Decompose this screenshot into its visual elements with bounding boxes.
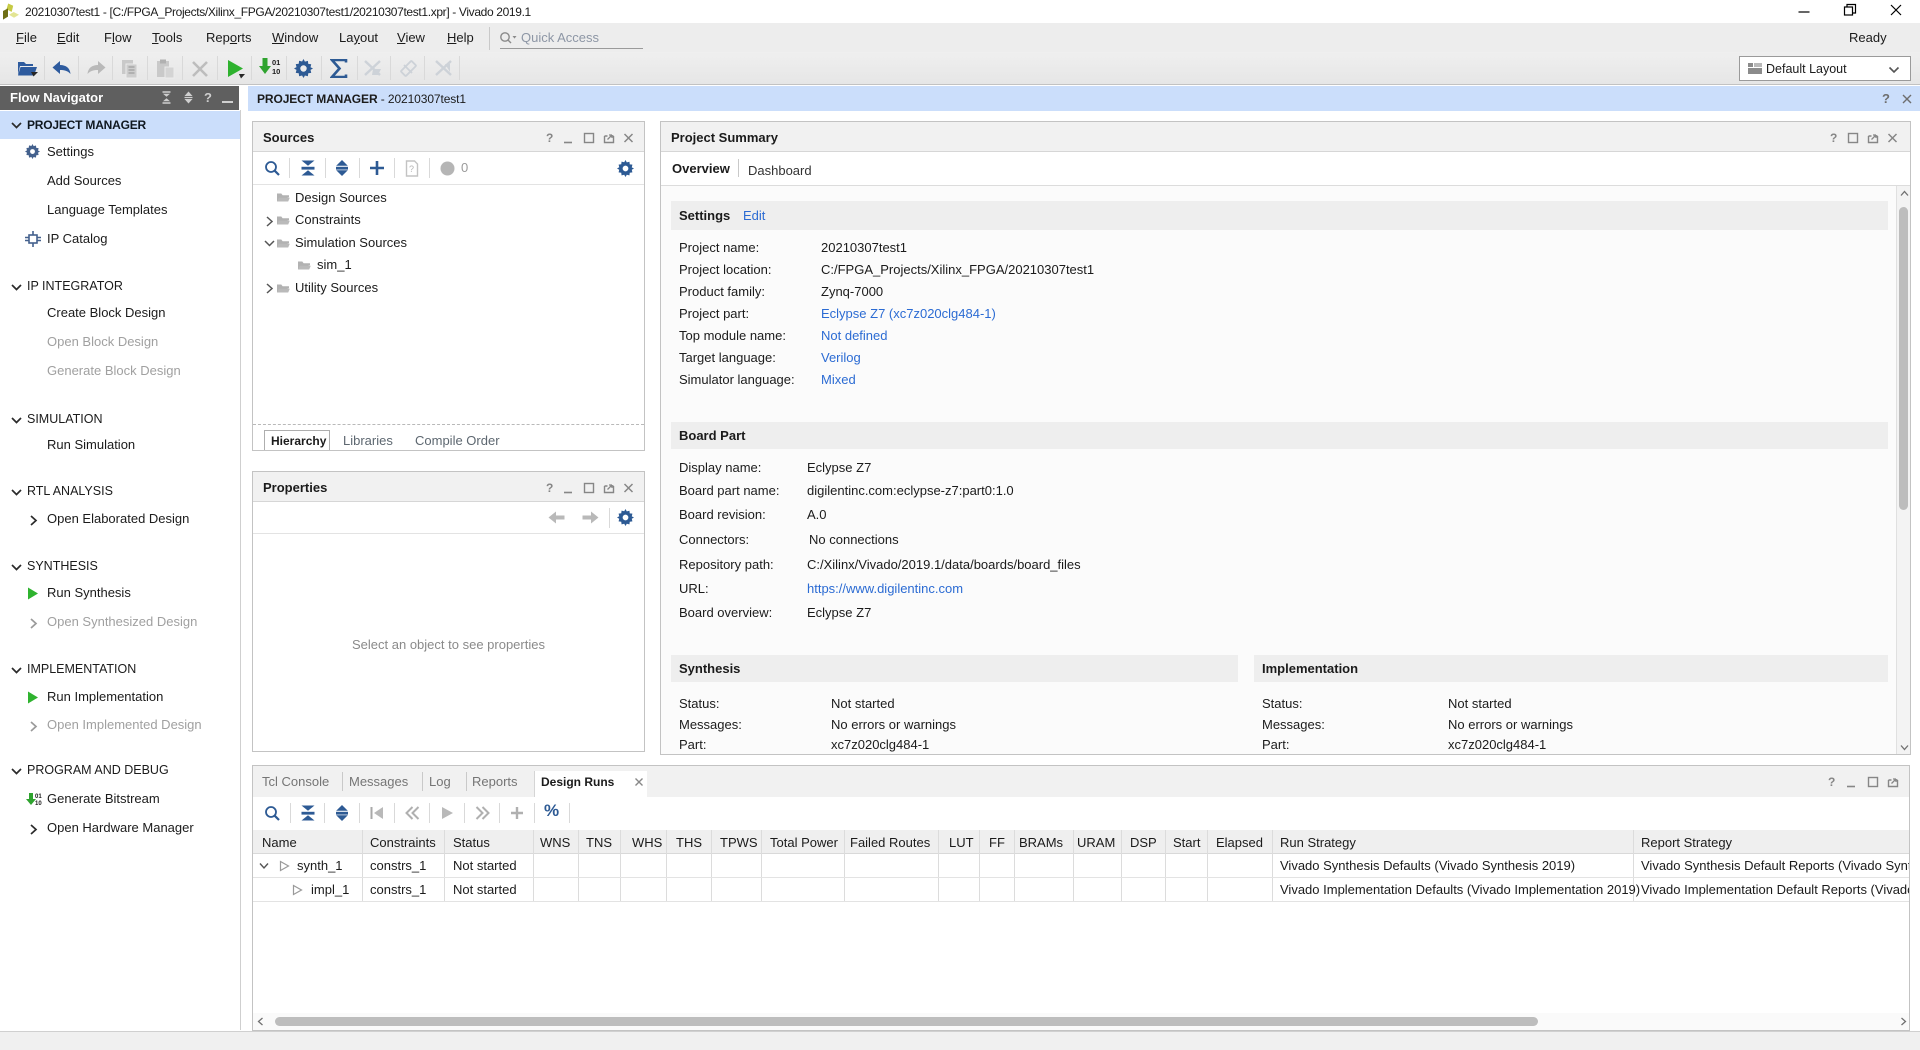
svg-text:?: ? <box>546 482 553 494</box>
svg-text:?: ? <box>1830 132 1837 144</box>
svg-text:01: 01 <box>35 794 42 800</box>
svg-text:?: ? <box>1828 776 1835 788</box>
svg-text:10: 10 <box>272 67 280 76</box>
svg-text:01: 01 <box>272 58 280 67</box>
svg-text:?: ? <box>546 132 553 144</box>
svg-text:10: 10 <box>35 801 42 807</box>
svg-text:?: ? <box>409 164 414 174</box>
